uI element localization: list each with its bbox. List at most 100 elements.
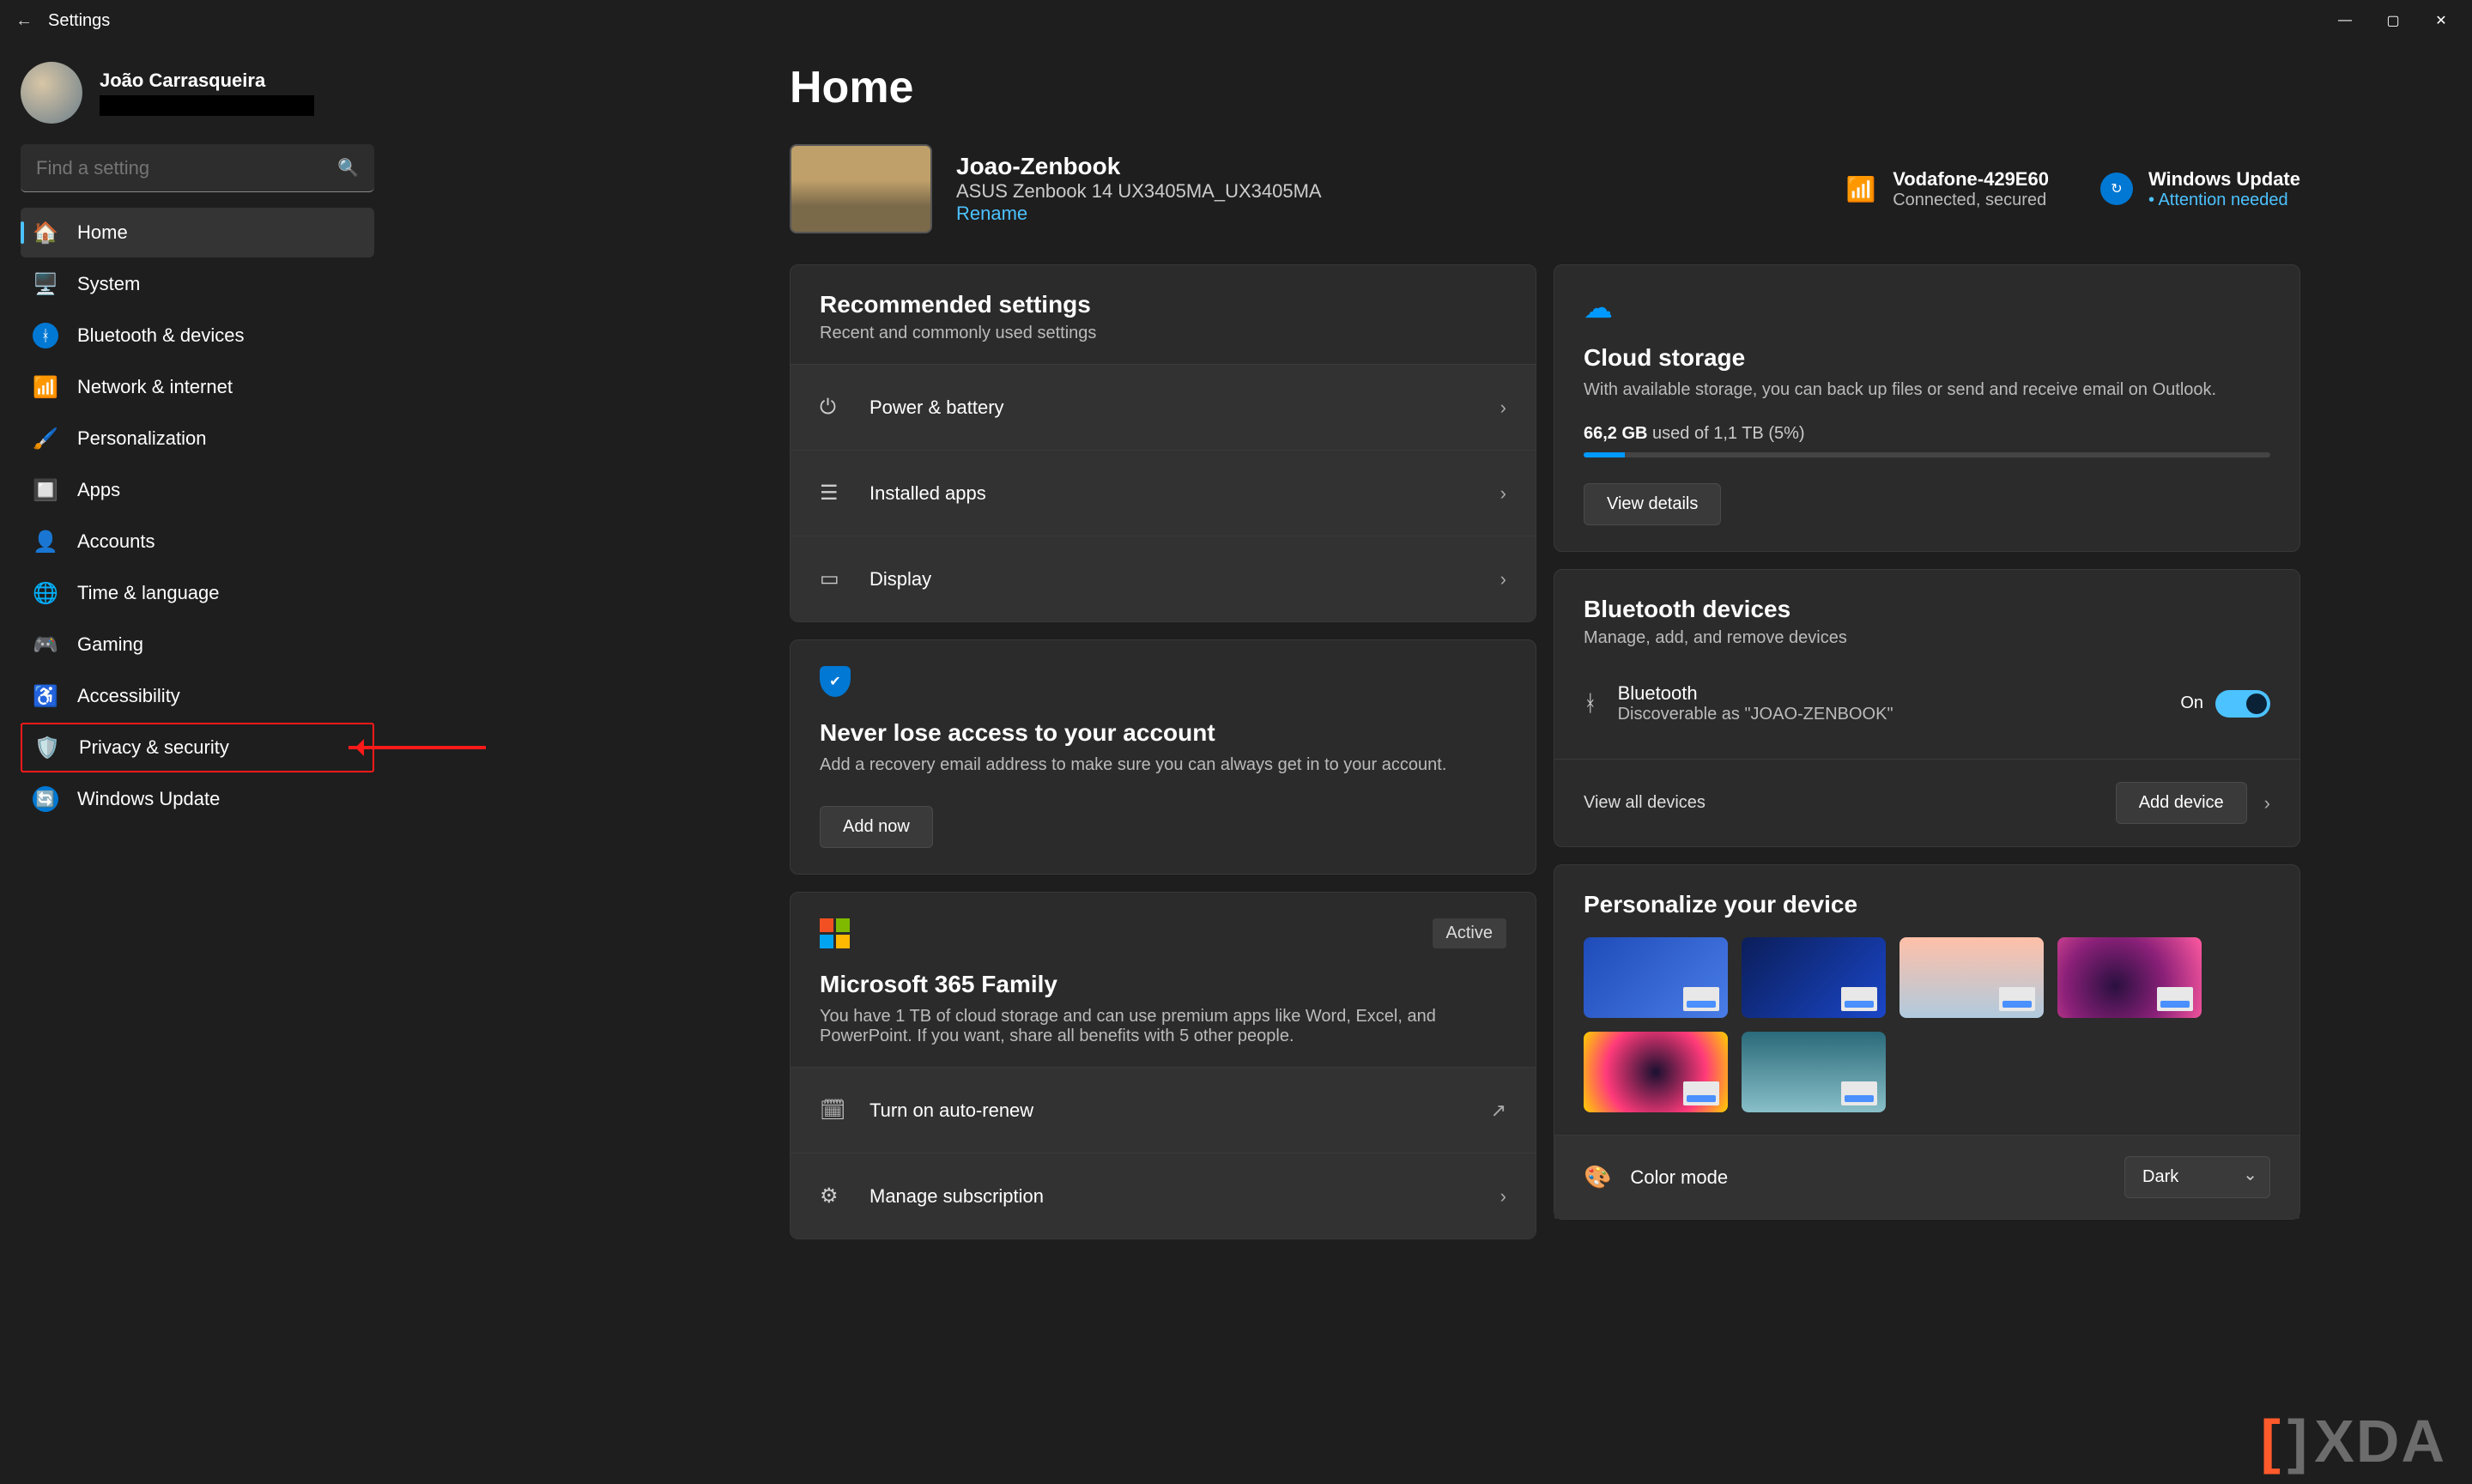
sidebar-item-bluetooth[interactable]: ᚼ Bluetooth & devices bbox=[21, 311, 374, 360]
sidebar-item-label: Personalization bbox=[77, 427, 206, 450]
cloud-usage: 66,2 GB used of 1,1 TB (5%) bbox=[1584, 424, 2270, 444]
profile-name: João Carrasqueira bbox=[100, 70, 314, 92]
device-header: Joao-Zenbook ASUS Zenbook 14 UX3405MA_UX… bbox=[790, 144, 2300, 233]
back-button[interactable]: ← bbox=[7, 11, 41, 31]
update-sub: • Attention needed bbox=[2148, 191, 2300, 210]
watermark: [] XDA bbox=[2261, 1407, 2446, 1475]
card-account-recovery: ✔ Never lose access to your account Add … bbox=[790, 639, 1536, 875]
sidebar-item-label: Apps bbox=[77, 479, 120, 501]
row-label: Installed apps bbox=[869, 482, 986, 505]
add-device-button[interactable]: Add device bbox=[2116, 782, 2247, 824]
annotation-arrow bbox=[348, 746, 486, 749]
wifi-icon: 📶 bbox=[33, 374, 58, 400]
sidebar-item-home[interactable]: 🏠 Home bbox=[21, 208, 374, 257]
bt-label: Bluetooth bbox=[1618, 682, 1893, 705]
row-power[interactable]: ⏻ Power & battery › bbox=[791, 364, 1536, 450]
theme-option-5[interactable] bbox=[1742, 1032, 1886, 1112]
renew-icon: 🗓 bbox=[820, 1098, 845, 1123]
sidebar-item-label: Accounts bbox=[77, 530, 155, 553]
accessibility-icon: ♿ bbox=[33, 683, 58, 709]
search-input-wrapper[interactable]: 🔍 bbox=[21, 144, 374, 192]
shield-check-icon: ✔ bbox=[820, 666, 851, 697]
window-title: Settings bbox=[41, 11, 110, 31]
rename-link[interactable]: Rename bbox=[956, 203, 1322, 225]
recovery-title: Never lose access to your account bbox=[820, 719, 1506, 747]
device-model: ASUS Zenbook 14 UX3405MA_UX3405MA bbox=[956, 180, 1322, 203]
device-thumbnail[interactable] bbox=[790, 144, 932, 233]
status-wifi[interactable]: 📶 Vodafone-429E60 Connected, secured bbox=[1845, 168, 2049, 210]
chevron-right-icon: › bbox=[1500, 568, 1506, 591]
minimize-button[interactable]: — bbox=[2321, 3, 2369, 38]
wifi-ssid: Vodafone-429E60 bbox=[1893, 168, 2049, 191]
apps-icon: ☰ bbox=[820, 481, 845, 506]
sidebar-item-network[interactable]: 📶 Network & internet bbox=[21, 362, 374, 412]
sidebar: João Carrasqueira 🔍 🏠 Home 🖥️ System ᚼ B… bbox=[0, 41, 395, 1484]
profile[interactable]: João Carrasqueira bbox=[21, 55, 374, 144]
bt-sub: Manage, add, and remove devices bbox=[1584, 628, 2270, 648]
sidebar-item-label: Accessibility bbox=[77, 685, 180, 707]
view-details-button[interactable]: View details bbox=[1584, 483, 1721, 525]
add-now-button[interactable]: Add now bbox=[820, 806, 933, 848]
cloud-icon: ☁ bbox=[1584, 291, 2270, 325]
row-label: Turn on auto-renew bbox=[869, 1099, 1033, 1122]
titlebar: ← Settings — ▢ ✕ bbox=[0, 0, 2472, 41]
sidebar-item-gaming[interactable]: 🎮 Gaming bbox=[21, 620, 374, 669]
update-icon: ↻ bbox=[2100, 173, 2133, 205]
theme-grid bbox=[1584, 937, 2270, 1112]
brush-icon: 🖌️ bbox=[33, 426, 58, 451]
close-button[interactable]: ✕ bbox=[2417, 3, 2465, 38]
row-label: Display bbox=[869, 568, 931, 591]
row-auto-renew[interactable]: 🗓 Turn on auto-renew ↗ bbox=[791, 1067, 1536, 1153]
view-all-devices-link[interactable]: View all devices bbox=[1584, 793, 1706, 813]
bluetooth-toggle[interactable] bbox=[2215, 690, 2270, 718]
page-title: Home bbox=[790, 62, 2300, 113]
open-external-icon: ↗ bbox=[1491, 1099, 1506, 1122]
device-name: Joao-Zenbook bbox=[956, 153, 1322, 180]
system-icon: 🖥️ bbox=[33, 271, 58, 297]
cloud-title: Cloud storage bbox=[1584, 344, 2270, 372]
sidebar-item-system[interactable]: 🖥️ System bbox=[21, 259, 374, 309]
wifi-sub: Connected, secured bbox=[1893, 191, 2049, 210]
row-manage-subscription[interactable]: ⚙ Manage subscription › bbox=[791, 1153, 1536, 1239]
theme-option-1[interactable] bbox=[1742, 937, 1886, 1018]
maximize-button[interactable]: ▢ bbox=[2369, 3, 2417, 38]
search-icon: 🔍 bbox=[337, 157, 359, 179]
m365-body: You have 1 TB of cloud storage and can u… bbox=[820, 1007, 1506, 1046]
sidebar-item-time[interactable]: 🌐 Time & language bbox=[21, 568, 374, 618]
row-installed-apps[interactable]: ☰ Installed apps › bbox=[791, 450, 1536, 536]
theme-preview-icon bbox=[2157, 987, 2193, 1011]
nav: 🏠 Home 🖥️ System ᚼ Bluetooth & devices 📶… bbox=[21, 208, 374, 824]
search-input[interactable] bbox=[36, 157, 337, 179]
sidebar-item-privacy[interactable]: 🛡️ Privacy & security bbox=[21, 723, 374, 772]
sidebar-item-accessibility[interactable]: ♿ Accessibility bbox=[21, 671, 374, 721]
sidebar-item-accounts[interactable]: 👤 Accounts bbox=[21, 517, 374, 566]
theme-option-3[interactable] bbox=[2057, 937, 2202, 1018]
colormode-select[interactable]: Dark bbox=[2124, 1156, 2270, 1198]
content: Home Joao-Zenbook ASUS Zenbook 14 UX3405… bbox=[395, 41, 2472, 1484]
theme-option-0[interactable] bbox=[1584, 937, 1728, 1018]
microsoft-logo-icon bbox=[820, 918, 850, 948]
accounts-icon: 👤 bbox=[33, 529, 58, 554]
globe-icon: 🌐 bbox=[33, 580, 58, 606]
bt-title: Bluetooth devices bbox=[1584, 596, 2270, 623]
theme-preview-icon bbox=[1841, 1081, 1877, 1105]
display-icon: ▭ bbox=[820, 566, 845, 591]
m365-title: Microsoft 365 Family bbox=[820, 971, 1506, 998]
theme-option-4[interactable] bbox=[1584, 1032, 1728, 1112]
card-cloud-storage: ☁ Cloud storage With available storage, … bbox=[1554, 264, 2300, 552]
sidebar-item-personalization[interactable]: 🖌️ Personalization bbox=[21, 414, 374, 463]
active-badge: Active bbox=[1433, 918, 1506, 948]
recovery-body: Add a recovery email address to make sur… bbox=[820, 755, 1506, 775]
status-update[interactable]: ↻ Windows Update • Attention needed bbox=[2100, 168, 2300, 210]
sidebar-item-apps[interactable]: 🔲 Apps bbox=[21, 465, 374, 515]
sidebar-item-update[interactable]: 🔄 Windows Update bbox=[21, 774, 374, 824]
recommended-sub: Recent and commonly used settings bbox=[820, 324, 1506, 343]
theme-option-2[interactable] bbox=[1899, 937, 2044, 1018]
row-display[interactable]: ▭ Display › bbox=[791, 536, 1536, 621]
chevron-right-icon: › bbox=[1500, 482, 1506, 505]
chevron-right-icon: › bbox=[2264, 792, 2270, 815]
gear-icon: ⚙ bbox=[820, 1184, 845, 1208]
home-icon: 🏠 bbox=[33, 220, 58, 245]
wifi-icon: 📶 bbox=[1845, 173, 1877, 205]
chevron-right-icon: › bbox=[1500, 1185, 1506, 1208]
